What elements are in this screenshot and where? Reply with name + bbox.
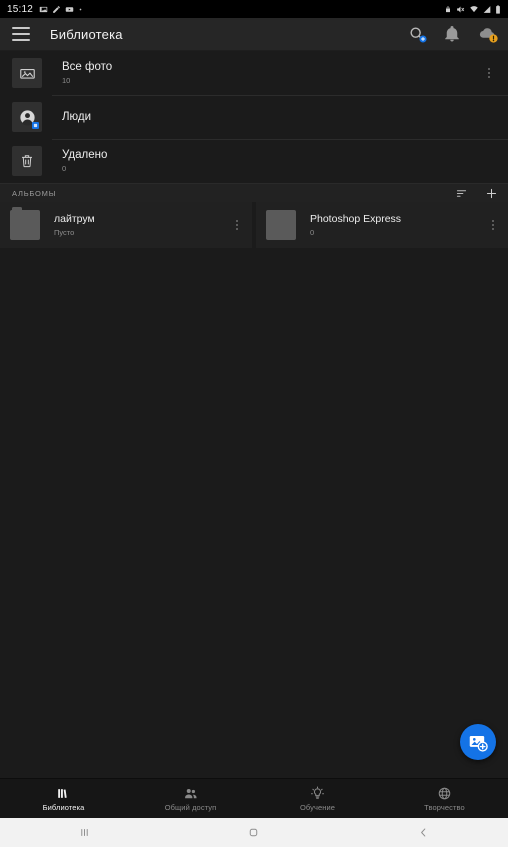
wifi-icon — [470, 5, 478, 12]
edit-icon — [53, 5, 60, 13]
sort-icon[interactable] — [454, 186, 468, 200]
album-card-text: Photoshop Express 0 — [310, 212, 401, 238]
youtube-icon — [65, 6, 74, 12]
status-bar: 15:12 — [0, 0, 508, 18]
library-row-count: 10 — [62, 76, 71, 85]
kebab-icon[interactable] — [486, 216, 500, 234]
search-icon[interactable] — [408, 25, 427, 43]
home-icon[interactable] — [169, 826, 338, 839]
plus-icon[interactable] — [484, 186, 498, 200]
people-badge-icon — [32, 122, 39, 129]
plain-cover-icon — [266, 210, 296, 240]
status-bar-notification-icons — [39, 5, 83, 14]
android-nav-bar — [0, 818, 508, 847]
all-photos-icon — [12, 58, 42, 88]
people-group-icon — [183, 785, 199, 801]
kebab-icon[interactable] — [230, 216, 244, 234]
status-bar-system-icons — [444, 4, 501, 14]
library-row-title: Люди — [62, 111, 92, 123]
library-row-count: 0 — [62, 164, 67, 173]
cloud-icon[interactable] — [478, 25, 498, 43]
page-title: Библиотека — [50, 26, 123, 42]
albums-section-header: АЛЬБОМЫ — [0, 183, 508, 202]
app-root: 15:12 Библиотека Все фото 10 Люди Удален… — [0, 0, 508, 847]
tab-label: Библиотека — [42, 803, 85, 812]
album-card-photoshop-express[interactable]: Photoshop Express 0 — [256, 202, 508, 248]
album-subtitle: Пусто — [54, 228, 75, 237]
app-bar-actions — [408, 25, 498, 43]
library-row-deleted[interactable]: Удалено 0 — [0, 139, 508, 183]
dot-icon — [79, 8, 82, 10]
library-row-text: Люди — [62, 110, 91, 124]
album-card-text: лайтрум Пусто — [54, 212, 95, 238]
add-photo-icon — [469, 735, 488, 752]
add-photos-fab[interactable] — [460, 724, 496, 760]
bell-icon[interactable] — [443, 25, 461, 43]
library-row-text: Все фото 10 — [62, 60, 112, 86]
photos-icon — [39, 6, 48, 12]
back-icon[interactable] — [339, 826, 508, 839]
tab-label: Обучение — [299, 803, 336, 812]
tab-learn[interactable]: Обучение — [254, 779, 381, 818]
hamburger-icon[interactable] — [12, 27, 30, 41]
album-title: Photoshop Express — [310, 213, 402, 225]
album-card-lightroom[interactable]: лайтрум Пусто — [0, 202, 252, 248]
signal-icon — [483, 5, 491, 13]
search-badge-icon — [419, 35, 427, 43]
tab-label: Творчество — [424, 803, 465, 812]
tab-shared[interactable]: Общий доступ — [127, 779, 254, 818]
albums-label: АЛЬБОМЫ — [12, 188, 57, 198]
library-row-text: Удалено 0 — [62, 148, 107, 174]
mute-icon — [457, 6, 465, 12]
status-bar-clock: 15:12 — [7, 3, 34, 15]
folder-cover-icon — [10, 207, 40, 240]
top-app-bar: Библиотека — [0, 18, 508, 51]
content-canvas — [0, 248, 508, 778]
library-row-people[interactable]: Люди — [0, 95, 508, 139]
albums-header-actions — [454, 186, 498, 200]
library-list: Все фото 10 Люди Удалено 0 — [0, 51, 508, 183]
recents-icon[interactable] — [0, 826, 169, 839]
lightbulb-icon — [310, 785, 325, 801]
kebab-icon[interactable] — [482, 64, 496, 82]
library-row-title: Удалено — [62, 149, 108, 161]
globe-icon — [437, 785, 452, 801]
tab-library[interactable]: Библиотека — [0, 779, 127, 818]
tab-label: Общий доступ — [164, 803, 217, 812]
album-subtitle: 0 — [310, 228, 315, 237]
album-title: лайтрум — [54, 213, 95, 225]
people-icon — [12, 102, 42, 132]
albums-grid: лайтрум Пусто Photoshop Express 0 — [0, 202, 508, 248]
lock-icon — [446, 6, 450, 12]
trash-icon — [12, 146, 42, 176]
library-row-all-photos[interactable]: Все фото 10 — [0, 51, 508, 95]
bottom-tab-bar: Библиотека Общий доступ Обучение Творчес… — [0, 778, 508, 818]
tab-discover[interactable]: Творчество — [381, 779, 508, 818]
battery-icon — [496, 4, 500, 14]
cloud-warning-badge-icon — [489, 34, 498, 43]
books-icon — [56, 785, 71, 801]
library-row-title: Все фото — [62, 61, 113, 73]
